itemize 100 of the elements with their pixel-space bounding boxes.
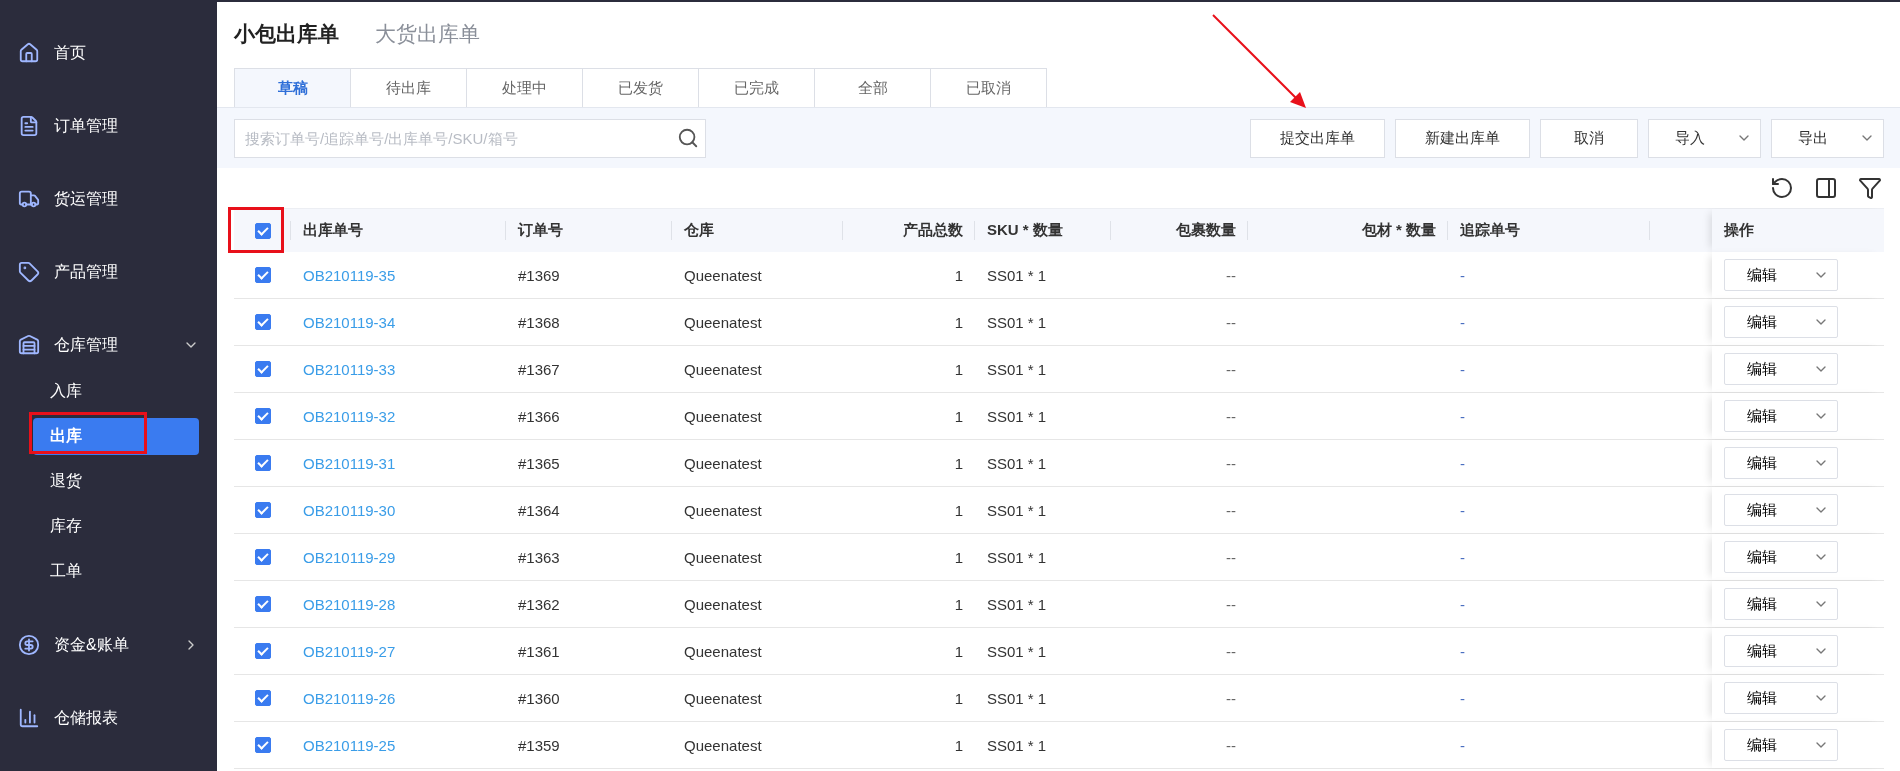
edit-dropdown-button[interactable]: 编辑 bbox=[1724, 541, 1838, 573]
row-checkbox[interactable] bbox=[254, 361, 271, 377]
table-cell: SS01 * 1 bbox=[987, 595, 1047, 613]
sidebar-item[interactable]: 仓储报表 bbox=[0, 697, 217, 739]
truck-icon bbox=[18, 188, 40, 210]
warehouse-icon bbox=[18, 334, 40, 356]
table-cell: 1 bbox=[954, 642, 963, 660]
table-cell: -- bbox=[1226, 454, 1236, 472]
status-tab[interactable]: 已取消 bbox=[930, 68, 1047, 107]
sidebar-subitem[interactable]: 出库 bbox=[33, 418, 199, 455]
table-cell: Queenatest bbox=[684, 501, 762, 519]
dropdown-button[interactable]: 导出 bbox=[1771, 118, 1884, 158]
edit-dropdown-button[interactable]: 编辑 bbox=[1724, 682, 1838, 714]
table-cell: - bbox=[1460, 595, 1465, 613]
edit-dropdown-button[interactable]: 编辑 bbox=[1724, 588, 1838, 620]
table-cell: Queenatest bbox=[684, 595, 762, 613]
search-icon bbox=[677, 127, 699, 149]
table-cell: 1 bbox=[954, 736, 963, 754]
table-cell: SS01 * 1 bbox=[987, 642, 1047, 660]
table-cell: #1361 bbox=[518, 642, 560, 660]
column-header: 出库单号 bbox=[303, 221, 363, 240]
toolbar-button[interactable]: 新建出库单 bbox=[1395, 118, 1530, 158]
column-header: 操作 bbox=[1724, 221, 1754, 240]
table-cell: 1 bbox=[954, 266, 963, 284]
tag-icon bbox=[18, 261, 40, 283]
column-header: 产品总数 bbox=[903, 221, 963, 240]
table-cell: - bbox=[1460, 313, 1465, 331]
sidebar-item[interactable]: 货运管理 bbox=[0, 178, 217, 220]
page-tab[interactable]: 小包出库单 bbox=[234, 20, 339, 48]
row-checkbox[interactable] bbox=[254, 737, 271, 753]
table-cell: Queenatest bbox=[684, 266, 762, 284]
table-cell: #1363 bbox=[518, 548, 560, 566]
table-cell: 1 bbox=[954, 407, 963, 425]
table-cell: Queenatest bbox=[684, 642, 762, 660]
sidebar-item[interactable]: 首页 bbox=[0, 32, 217, 74]
edit-dropdown-button[interactable]: 编辑 bbox=[1724, 447, 1838, 479]
table-cell: SS01 * 1 bbox=[987, 736, 1047, 754]
row-checkbox[interactable] bbox=[254, 643, 271, 659]
sidebar-subitem[interactable]: 库存 bbox=[33, 508, 199, 545]
sidebar-subitem[interactable]: 入库 bbox=[33, 373, 199, 410]
sidebar-item[interactable]: 订单管理 bbox=[0, 105, 217, 147]
edit-dropdown-button[interactable]: 编辑 bbox=[1724, 306, 1838, 338]
table-cell: -- bbox=[1226, 266, 1236, 284]
table-cell: #1369 bbox=[518, 266, 560, 284]
search-input[interactable]: 搜索订单号/追踪单号/出库单号/SKU/箱号 bbox=[243, 128, 677, 148]
row-checkbox[interactable] bbox=[254, 455, 271, 471]
table-cell: -- bbox=[1226, 360, 1236, 378]
edit-dropdown-button[interactable]: 编辑 bbox=[1724, 729, 1838, 761]
table-cell: - bbox=[1460, 501, 1465, 519]
sidebar-item[interactable]: 资金&账单 bbox=[0, 624, 217, 666]
search-field[interactable]: 搜索订单号/追踪单号/出库单号/SKU/箱号 bbox=[234, 118, 706, 158]
table-cell: -- bbox=[1226, 313, 1236, 331]
table-cell: - bbox=[1460, 689, 1465, 707]
row-checkbox[interactable] bbox=[254, 502, 271, 518]
sidebar-item[interactable]: 产品管理 bbox=[0, 251, 217, 293]
row-checkbox[interactable] bbox=[254, 549, 271, 565]
table-cell: SS01 * 1 bbox=[987, 689, 1047, 707]
column-header: SKU * 数量 bbox=[987, 221, 1063, 240]
annotation-box bbox=[228, 207, 284, 253]
toolbar-button[interactable]: 取消 bbox=[1540, 118, 1638, 158]
table-cell: SS01 * 1 bbox=[987, 266, 1047, 284]
filter-icon[interactable] bbox=[1858, 176, 1882, 200]
table-cell: #1366 bbox=[518, 407, 560, 425]
table-cell: - bbox=[1460, 736, 1465, 754]
column-header: 仓库 bbox=[684, 221, 714, 240]
table-cell: Queenatest bbox=[684, 548, 762, 566]
edit-dropdown-button[interactable]: 编辑 bbox=[1724, 353, 1838, 385]
select-all-checkbox[interactable] bbox=[254, 222, 271, 239]
sidebar-subitem[interactable]: 工单 bbox=[33, 553, 199, 590]
sidebar-subitem[interactable]: 退货 bbox=[33, 463, 199, 500]
status-tab[interactable]: 草稿 bbox=[234, 68, 351, 107]
table-cell: #1365 bbox=[518, 454, 560, 472]
table-cell: -- bbox=[1226, 736, 1236, 754]
edit-dropdown-button[interactable]: 编辑 bbox=[1724, 259, 1838, 291]
refresh-icon[interactable] bbox=[1770, 176, 1794, 200]
row-checkbox[interactable] bbox=[254, 267, 271, 283]
row-checkbox[interactable] bbox=[254, 690, 271, 706]
sidebar-item[interactable]: 仓库管理 bbox=[0, 324, 217, 366]
edit-dropdown-button[interactable]: 编辑 bbox=[1724, 400, 1838, 432]
table-cell: SS01 * 1 bbox=[987, 548, 1047, 566]
table-cell: - bbox=[1460, 454, 1465, 472]
row-checkbox[interactable] bbox=[254, 408, 271, 424]
dropdown-button[interactable]: 导入 bbox=[1648, 118, 1761, 158]
table-cell: 1 bbox=[954, 595, 963, 613]
table-cell: - bbox=[1460, 548, 1465, 566]
column-header: 包裹数量 bbox=[1176, 221, 1236, 240]
table-cell: #1359 bbox=[518, 736, 560, 754]
table-cell: SS01 * 1 bbox=[987, 501, 1047, 519]
table-cell: 1 bbox=[954, 501, 963, 519]
table-cell: Queenatest bbox=[684, 454, 762, 472]
row-checkbox[interactable] bbox=[254, 314, 271, 330]
table-cell: 1 bbox=[954, 548, 963, 566]
table-cell: SS01 * 1 bbox=[987, 313, 1047, 331]
table-cell: 1 bbox=[954, 360, 963, 378]
toolbar-button[interactable]: 提交出库单 bbox=[1250, 118, 1385, 158]
edit-dropdown-button[interactable]: 编辑 bbox=[1724, 494, 1838, 526]
row-checkbox[interactable] bbox=[254, 596, 271, 612]
table-cell: -- bbox=[1226, 689, 1236, 707]
columns-icon[interactable] bbox=[1814, 176, 1838, 200]
edit-dropdown-button[interactable]: 编辑 bbox=[1724, 635, 1838, 667]
